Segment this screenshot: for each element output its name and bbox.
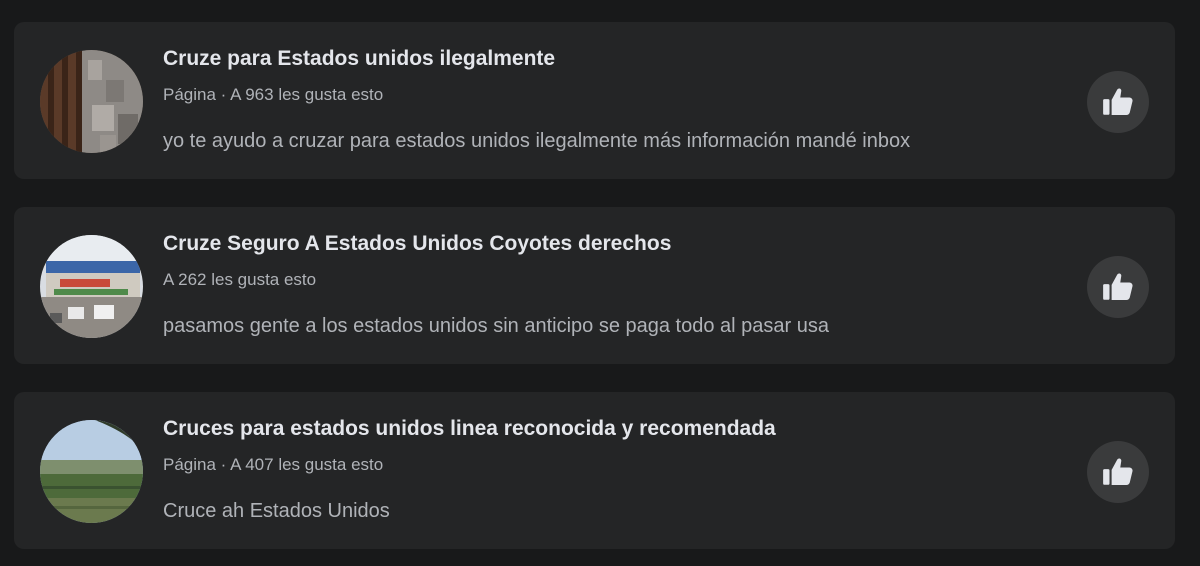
page-meta: A 262 les gusta esto [163, 270, 317, 289]
result-card[interactable]: Cruze para Estados unidos ilegalmente Pá… [14, 22, 1175, 179]
like-button[interactable] [1087, 256, 1149, 318]
thumbs-up-icon [1103, 88, 1133, 116]
page-meta: Página · A 963 les gusta esto [163, 85, 384, 104]
thumbs-up-icon [1103, 273, 1133, 301]
page-avatar[interactable] [40, 235, 143, 338]
like-button[interactable] [1087, 71, 1149, 133]
page-meta: Página · A 407 les gusta esto [163, 455, 384, 474]
page-description: Cruce ah Estados Unidos [163, 500, 390, 522]
search-results-list: Cruze para Estados unidos ilegalmente Pá… [0, 0, 1200, 566]
page-description: yo te ayudo a cruzar para estados unidos… [163, 130, 911, 152]
page-title[interactable]: Cruces para estados unidos linea reconoc… [163, 417, 776, 441]
thumbs-up-icon [1103, 458, 1133, 486]
page-title[interactable]: Cruze para Estados unidos ilegalmente [163, 47, 555, 71]
page-description: pasamos gente a los estados unidos sin a… [163, 315, 829, 337]
result-card[interactable]: Cruze Seguro A Estados Unidos Coyotes de… [14, 207, 1175, 364]
like-button[interactable] [1087, 441, 1149, 503]
result-card[interactable]: Cruces para estados unidos linea reconoc… [14, 392, 1175, 549]
page-avatar[interactable] [40, 50, 143, 153]
page-avatar[interactable] [40, 420, 143, 523]
page-title[interactable]: Cruze Seguro A Estados Unidos Coyotes de… [163, 232, 671, 256]
